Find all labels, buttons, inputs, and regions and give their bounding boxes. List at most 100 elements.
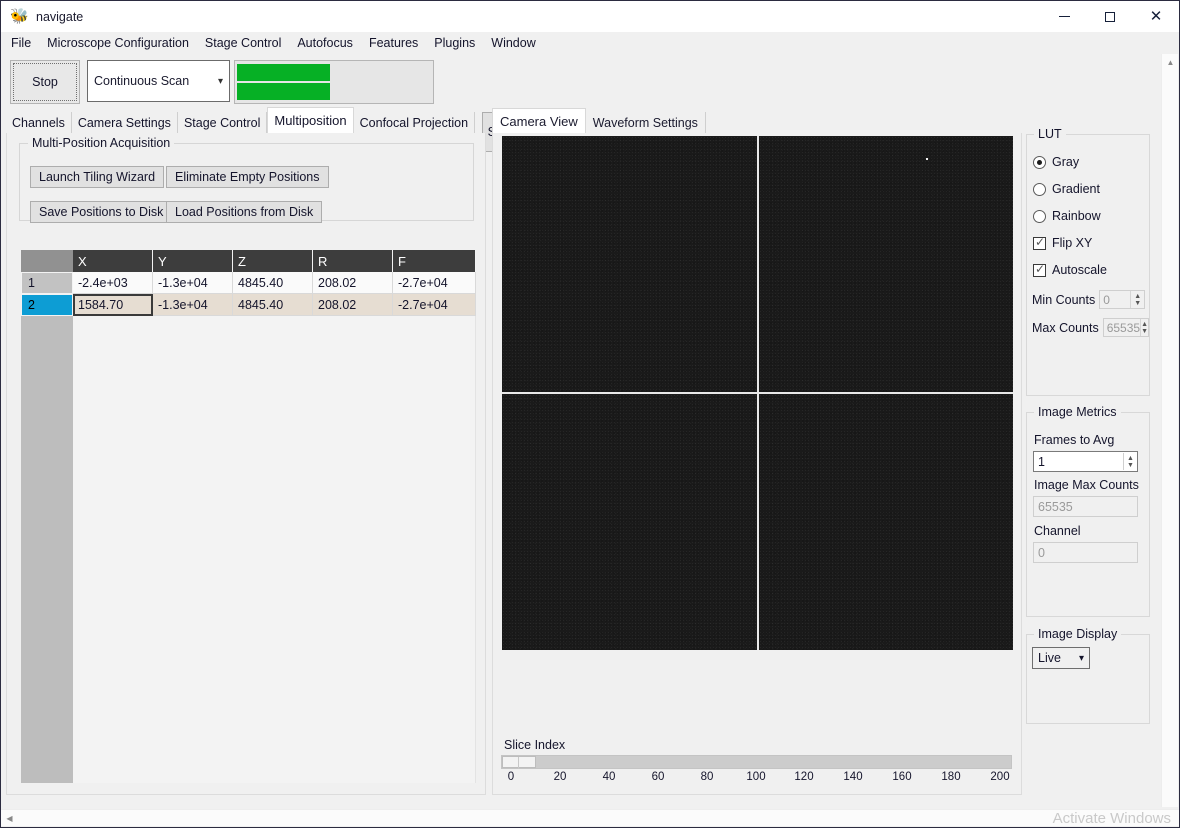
cell-2-r[interactable]: 208.02 bbox=[313, 294, 393, 316]
menu-microscope-configuration[interactable]: Microscope Configuration bbox=[39, 34, 197, 52]
frames-to-avg-value: 1 bbox=[1038, 454, 1045, 469]
menu-file[interactable]: File bbox=[3, 34, 39, 52]
table-row[interactable]: -2.4e+03 -1.3e+04 4845.40 208.02 -2.7e+0… bbox=[73, 272, 476, 294]
slice-tick-100: 100 bbox=[746, 771, 766, 783]
flip-xy-checkbox[interactable]: Flip XY bbox=[1033, 235, 1093, 250]
cell-2-z[interactable]: 4845.40 bbox=[233, 294, 313, 316]
max-counts-label: Max Counts bbox=[1032, 320, 1099, 335]
app-bug-icon: 🐝 bbox=[10, 8, 29, 25]
image-quadrant-bottom-right bbox=[758, 394, 1013, 650]
tab-confocal-projection[interactable]: Confocal Projection bbox=[353, 112, 476, 133]
eliminate-empty-positions-button[interactable]: Eliminate Empty Positions bbox=[166, 166, 329, 188]
slice-tick-60: 60 bbox=[651, 771, 665, 783]
slice-index-slider-thumb[interactable] bbox=[502, 756, 536, 769]
cell-2-y[interactable]: -1.3e+04 bbox=[153, 294, 233, 316]
channel-input: 0 bbox=[1033, 542, 1138, 563]
title-bar: 🐝 navigate ✕ bbox=[1, 1, 1179, 32]
progress-bars bbox=[234, 60, 434, 104]
stop-acquisition-button[interactable]: Stop bbox=[10, 60, 80, 104]
lut-option-gradient[interactable]: Gradient bbox=[1033, 182, 1100, 196]
slice-tick-180: 180 bbox=[941, 771, 961, 783]
slice-tick-140: 140 bbox=[843, 771, 863, 783]
image-display-select[interactable]: Live ▾ bbox=[1032, 647, 1090, 669]
image-display-value: Live bbox=[1038, 651, 1061, 665]
image-canvas[interactable] bbox=[502, 136, 1013, 650]
min-counts-spinbox[interactable]: 0 ▲ ▼ bbox=[1099, 290, 1146, 309]
launch-tiling-wizard-button[interactable]: Launch Tiling Wizard bbox=[30, 166, 165, 188]
slice-tick-160: 160 bbox=[892, 771, 912, 783]
menu-autofocus[interactable]: Autofocus bbox=[289, 34, 361, 52]
minimize-button[interactable] bbox=[1041, 1, 1087, 32]
column-header-f[interactable]: F bbox=[393, 250, 476, 272]
vertical-scrollbar[interactable]: ▲ bbox=[1161, 54, 1178, 807]
horizontal-scrollbar[interactable]: ◀ bbox=[1, 809, 1179, 826]
lut-option-rainbow-label: Rainbow bbox=[1052, 209, 1101, 223]
progress-bar-current bbox=[237, 83, 431, 100]
application-window: 🐝 navigate ✕ File Microscope Configurati… bbox=[0, 0, 1180, 828]
max-counts-value: 65535 bbox=[1106, 320, 1141, 335]
checkmark-icon bbox=[1033, 235, 1046, 250]
cell-1-z[interactable]: 4845.40 bbox=[233, 272, 313, 294]
close-button[interactable]: ✕ bbox=[1133, 1, 1179, 32]
autoscale-checkbox[interactable]: Autoscale bbox=[1033, 262, 1107, 277]
slice-tick-120: 120 bbox=[794, 771, 814, 783]
spin-arrows-icon[interactable]: ▲ ▼ bbox=[1123, 453, 1137, 470]
column-header-z[interactable]: Z bbox=[233, 250, 313, 272]
scroll-left-icon[interactable]: ◀ bbox=[1, 810, 18, 827]
autoscale-label: Autoscale bbox=[1052, 263, 1107, 277]
positions-grid: X Y Z R F -2.4e+03 -1.3e+04 4845.40 208.… bbox=[73, 250, 476, 316]
maximize-button[interactable] bbox=[1087, 1, 1133, 32]
tab-camera-view[interactable]: Camera View bbox=[492, 108, 586, 133]
row-header-2[interactable]: 2 bbox=[21, 294, 73, 316]
max-counts-spinbox[interactable]: 65535 ▲ ▼ bbox=[1102, 318, 1149, 337]
group-title: Multi-Position Acquisition bbox=[28, 136, 175, 150]
tab-stage-control[interactable]: Stage Control bbox=[177, 112, 268, 133]
tab-channels[interactable]: Channels bbox=[6, 112, 72, 133]
cell-1-x[interactable]: -2.4e+03 bbox=[73, 272, 153, 294]
menu-stage-control[interactable]: Stage Control bbox=[197, 34, 289, 52]
camera-tab-strip: Camera View Waveform Settings bbox=[492, 108, 1022, 134]
column-header-r[interactable]: R bbox=[313, 250, 393, 272]
tab-camera-settings[interactable]: Camera Settings bbox=[71, 112, 178, 133]
spin-arrows-icon[interactable]: ▲ ▼ bbox=[1130, 291, 1144, 308]
cell-1-y[interactable]: -1.3e+04 bbox=[153, 272, 233, 294]
menu-bar: File Microscope Configuration Stage Cont… bbox=[1, 32, 1179, 53]
table-row[interactable]: 1584.70 -1.3e+04 4845.40 208.02 -2.7e+04 bbox=[73, 294, 476, 316]
frames-to-avg-input[interactable]: 1 ▲ ▼ bbox=[1033, 451, 1138, 472]
acquisition-mode-value: Continuous Scan bbox=[94, 74, 190, 88]
image-quadrant-bottom-left bbox=[502, 394, 757, 650]
cell-1-r[interactable]: 208.02 bbox=[313, 272, 393, 294]
flip-xy-label: Flip XY bbox=[1052, 236, 1093, 250]
slice-tick-80: 80 bbox=[700, 771, 714, 783]
acquisition-mode-select[interactable]: Continuous Scan ▾ bbox=[87, 60, 230, 102]
chevron-down-icon: ▾ bbox=[217, 75, 223, 87]
cell-1-f[interactable]: -2.7e+04 bbox=[393, 272, 476, 294]
row-header-gutter: 1 2 bbox=[21, 250, 73, 783]
gutter-corner bbox=[21, 250, 73, 272]
radio-icon bbox=[1033, 182, 1046, 196]
row-header-1[interactable]: 1 bbox=[21, 272, 73, 294]
menu-plugins[interactable]: Plugins bbox=[426, 34, 483, 52]
lut-option-rainbow[interactable]: Rainbow bbox=[1033, 209, 1101, 223]
column-header-x[interactable]: X bbox=[73, 250, 153, 272]
menu-window[interactable]: Window bbox=[483, 34, 543, 52]
cell-2-x[interactable]: 1584.70 bbox=[73, 294, 153, 316]
channel-value: 0 bbox=[1038, 545, 1045, 560]
menu-features[interactable]: Features bbox=[361, 34, 426, 52]
min-counts-label: Min Counts bbox=[1032, 292, 1096, 307]
image-quadrant-top-left bbox=[502, 136, 757, 392]
tab-multiposition[interactable]: Multiposition bbox=[267, 107, 354, 133]
scroll-up-icon[interactable]: ▲ bbox=[1162, 54, 1179, 71]
slice-index-slider[interactable] bbox=[501, 755, 1012, 769]
tab-waveform-settings[interactable]: Waveform Settings bbox=[585, 112, 706, 133]
spin-arrows-icon[interactable]: ▲ ▼ bbox=[1140, 319, 1148, 336]
load-positions-from-disk-button[interactable]: Load Positions from Disk bbox=[166, 201, 323, 223]
lut-option-gray[interactable]: Gray bbox=[1033, 155, 1079, 169]
cell-2-f[interactable]: -2.7e+04 bbox=[393, 294, 476, 316]
multiposition-panel: Multi-Position Acquisition Launch Tiling… bbox=[6, 133, 486, 795]
column-header-y[interactable]: Y bbox=[153, 250, 233, 272]
save-positions-to-disk-button[interactable]: Save Positions to Disk bbox=[30, 201, 173, 223]
slice-index-label: Slice Index bbox=[504, 738, 566, 752]
right-controls-column: LUT Gray Gradient Rainbow Flip XY Autosc… bbox=[1026, 127, 1150, 724]
min-counts-value: 0 bbox=[1103, 292, 1110, 307]
